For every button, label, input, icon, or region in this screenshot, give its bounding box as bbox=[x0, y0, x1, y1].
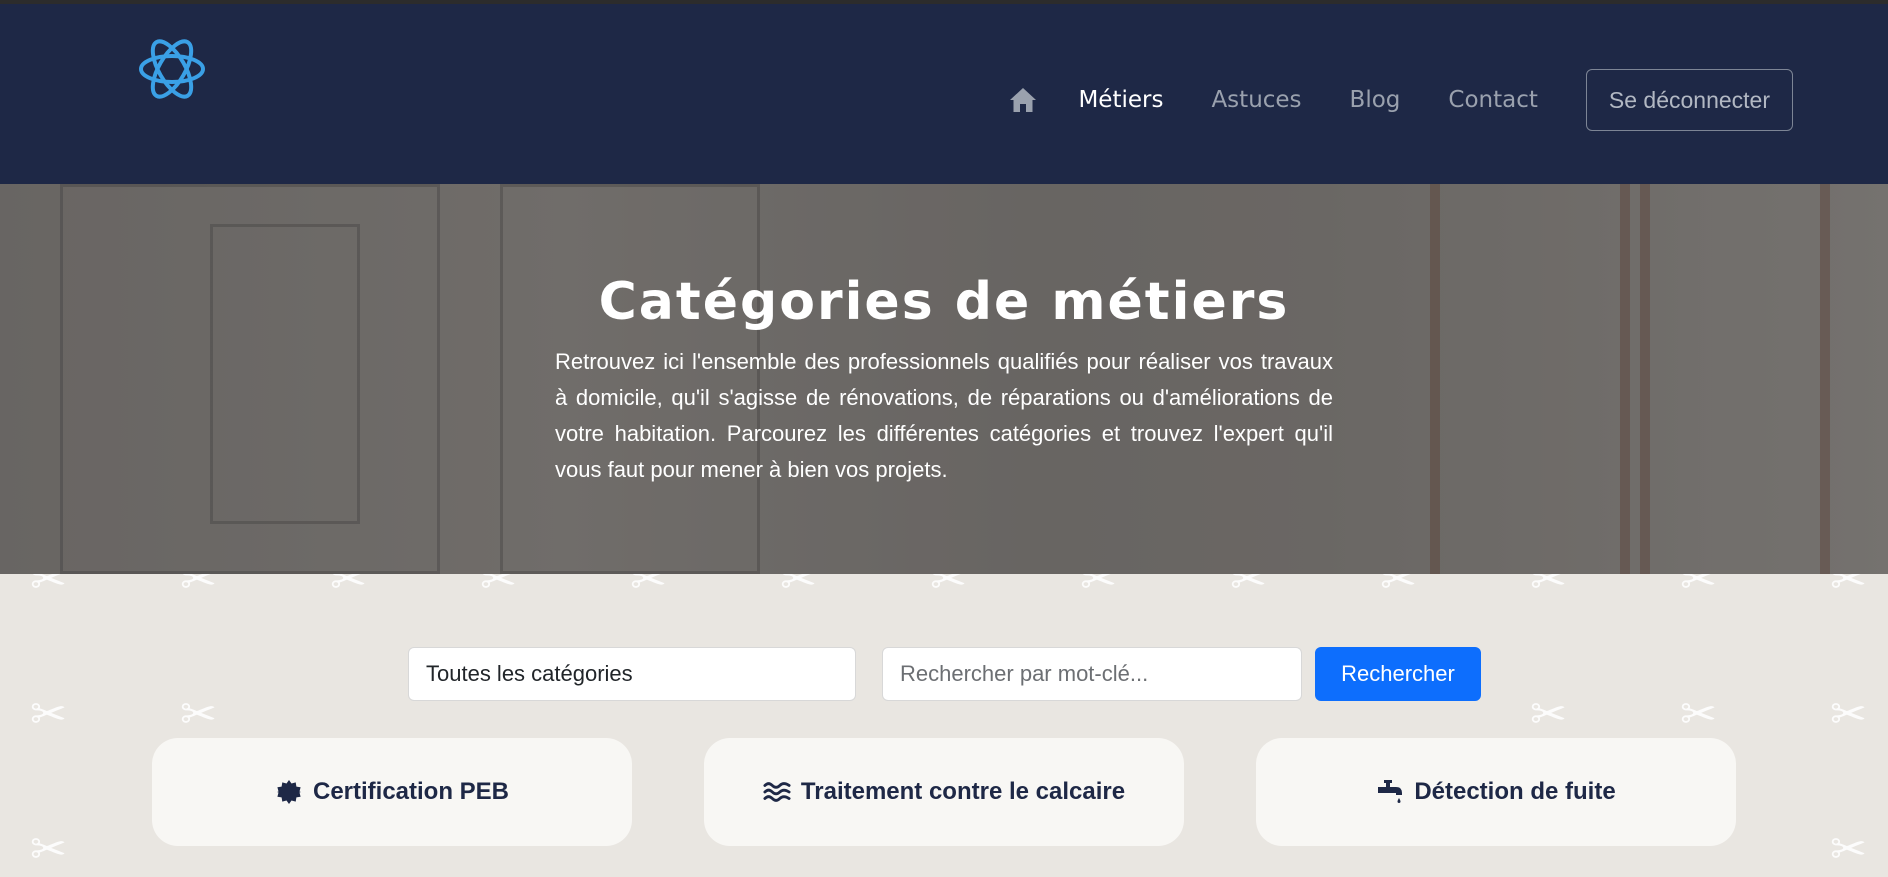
wrench-screwdriver-icon: ✂ bbox=[930, 574, 967, 605]
category-card-calcaire[interactable]: Traitement contre le calcaire bbox=[704, 738, 1184, 846]
hero-description: Retrouvez ici l'ensemble des professionn… bbox=[555, 349, 1333, 482]
wrench-screwdriver-icon: ✂ bbox=[1830, 824, 1867, 875]
atom-logo-icon[interactable] bbox=[137, 34, 207, 104]
wrench-screwdriver-icon: ✂ bbox=[30, 574, 67, 605]
wrench-screwdriver-icon: ✂ bbox=[1680, 574, 1717, 605]
keyword-search-input[interactable] bbox=[882, 647, 1302, 701]
wrench-screwdriver-icon: ✂ bbox=[1530, 574, 1567, 605]
wrench-screwdriver-icon: ✂ bbox=[1680, 689, 1717, 740]
navbar: Métiers Astuces Blog Contact Se déconnec… bbox=[0, 4, 1888, 184]
wrench-screwdriver-icon: ✂ bbox=[780, 574, 817, 605]
wrench-screwdriver-icon: ✂ bbox=[480, 574, 517, 605]
category-select[interactable]: Toutes les catégories bbox=[408, 647, 856, 701]
wrench-screwdriver-icon: ✂ bbox=[180, 689, 217, 740]
logout-button[interactable]: Se déconnecter bbox=[1585, 69, 1793, 131]
wrench-screwdriver-icon: ✂ bbox=[1080, 574, 1117, 605]
wrench-screwdriver-icon: ✂ bbox=[630, 574, 667, 605]
search-button[interactable]: Rechercher bbox=[1315, 647, 1481, 701]
wrench-screwdriver-icon: ✂ bbox=[330, 574, 367, 605]
wrench-screwdriver-icon: ✂ bbox=[180, 574, 217, 605]
wrench-screwdriver-icon: ✂ bbox=[1830, 574, 1867, 605]
page-title: Catégories de métiers bbox=[598, 272, 1290, 332]
wrench-screwdriver-icon: ✂ bbox=[30, 689, 67, 740]
hero-banner: Catégories de métiers Retrouvez ici l'en… bbox=[0, 184, 1888, 574]
wrench-screwdriver-icon: ✂ bbox=[1230, 574, 1267, 605]
water-waves-icon bbox=[763, 778, 791, 806]
main-nav: Métiers Astuces Blog Contact Se déconnec… bbox=[1008, 69, 1793, 131]
nav-link-metiers[interactable]: Métiers bbox=[1078, 87, 1163, 113]
wrench-screwdriver-icon: ✂ bbox=[1530, 689, 1567, 740]
logo-tagline bbox=[128, 116, 218, 124]
home-icon[interactable] bbox=[1008, 85, 1038, 115]
nav-link-contact[interactable]: Contact bbox=[1448, 87, 1537, 113]
category-card-fuite[interactable]: Détection de fuite bbox=[1256, 738, 1736, 846]
certificate-icon bbox=[275, 778, 303, 806]
wrench-screwdriver-icon: ✂ bbox=[1380, 574, 1417, 605]
faucet-drip-icon bbox=[1376, 778, 1404, 806]
wrench-screwdriver-icon: ✂ bbox=[1830, 689, 1867, 740]
card-label: Certification PEB bbox=[312, 778, 510, 805]
card-label: Détection de fuite bbox=[1414, 778, 1616, 805]
nav-link-astuces[interactable]: Astuces bbox=[1211, 87, 1301, 113]
wrench-screwdriver-icon: ✂ bbox=[30, 824, 67, 875]
card-label: Traitement contre le calcaire bbox=[800, 778, 1126, 805]
nav-link-blog[interactable]: Blog bbox=[1350, 87, 1401, 113]
category-card-peb[interactable]: Certification PEB bbox=[152, 738, 632, 846]
